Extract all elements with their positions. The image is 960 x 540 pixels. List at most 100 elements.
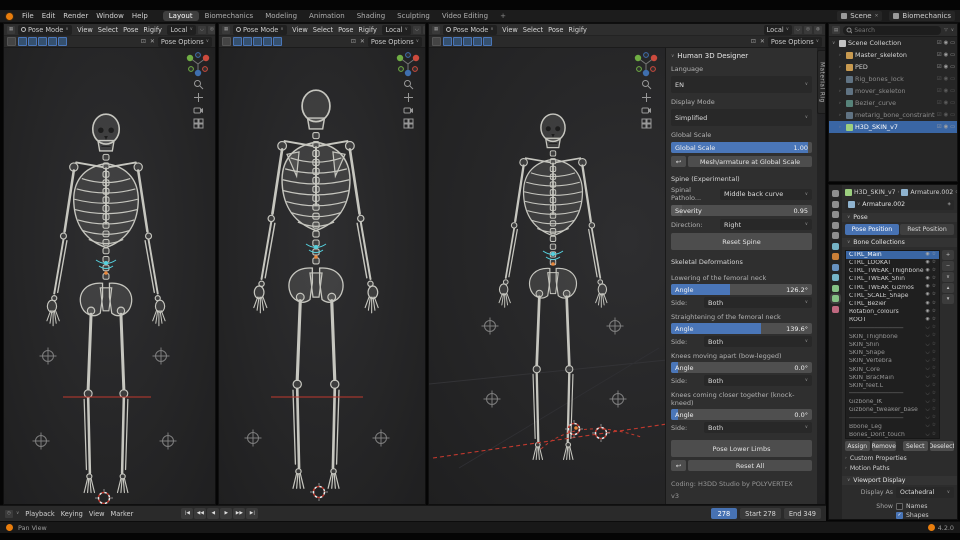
proportional-edit-icon[interactable]: ◎ [207, 25, 215, 34]
outliner-item[interactable]: › metarig_bone_constraints ☑ ◉ ▭ [829, 109, 957, 121]
list-tool-button[interactable]: ▾ [942, 293, 954, 304]
viewport-menu-item[interactable]: View [290, 26, 311, 34]
language-dropdown[interactable]: EN ∨ [671, 76, 812, 93]
workspace-tab[interactable]: Biomechanics [199, 11, 260, 21]
orientation-dropdown[interactable]: Local ∨ [167, 24, 196, 35]
transport-button[interactable]: |◀ [181, 508, 194, 519]
list-tool-button[interactable]: ▴ [942, 282, 954, 293]
frame-end-field[interactable]: End 349 [783, 508, 821, 519]
apply-scale-button[interactable]: Mesh/armature at Global Scale [688, 156, 812, 167]
view-layer-icon[interactable] [832, 221, 839, 229]
undo-scale-button[interactable]: ↩ [671, 156, 686, 167]
menu-item[interactable]: Render [59, 12, 92, 20]
list-tool-button[interactable]: ∨ [942, 271, 954, 282]
filter-icon[interactable]: ▽ [944, 28, 947, 33]
zoom-icon[interactable] [193, 79, 204, 90]
disclosure-icon[interactable]: › [839, 65, 844, 70]
bone-collection-row[interactable]: SKIN_Shin ◡ ☆ [846, 341, 939, 349]
direction-dropdown[interactable]: Right ∨ [720, 219, 812, 230]
orientation-dropdown[interactable]: Local ∨ [382, 24, 411, 35]
angle-slider[interactable]: Angle 139.6° [671, 323, 812, 334]
bone-collection-row[interactable]: SKIN_Shape ◡ ☆ [846, 349, 939, 357]
bone-collection-row[interactable]: Bbone_Leg ◡ ☆ [846, 423, 939, 431]
outliner-item[interactable]: › mover_skeleton ☑ ◉ ▭ [829, 85, 957, 97]
zoom-icon[interactable] [403, 79, 414, 90]
proportional-edit-icon[interactable]: ◎ [422, 25, 425, 34]
constraints-icon[interactable] [832, 284, 839, 292]
bone-collection-row[interactable]: Gizbone_tweaker_base ◡ ☆ [846, 406, 939, 414]
timeline-menu-item[interactable]: View [86, 510, 108, 518]
frame-start-field[interactable]: Start 278 [740, 508, 781, 519]
pathology-dropdown[interactable]: Middle back curve ∨ [720, 188, 812, 200]
rest-position-button[interactable]: Rest Position [900, 224, 954, 236]
close-icon[interactable]: ✕ [359, 38, 366, 45]
bone-collection-row[interactable]: SKIN_BracMain ◡ ☆ [846, 374, 939, 382]
bone-collection-row[interactable]: ─────────────── ◡ ☆ [846, 325, 939, 333]
physics-icon[interactable] [832, 274, 839, 281]
outliner-item[interactable]: ∨ Scene Collection ☑ ◉ ▭ [829, 37, 957, 49]
sidebar-tab-material-rig[interactable]: Material Rig [817, 50, 825, 114]
overlays-icon[interactable]: ◍ [814, 25, 822, 34]
lock-icon[interactable]: ⊡ [350, 38, 357, 45]
workspace-tab[interactable]: Animation [303, 11, 351, 21]
bone-collection-row[interactable]: SKIN_Core ◡ ☆ [846, 365, 939, 373]
bone-collection-row[interactable]: CTRL_Main ◉ ☆ [846, 250, 939, 259]
viewport-menu-item[interactable]: View [75, 26, 96, 34]
workspace-tab[interactable]: + [494, 11, 512, 21]
bone-collection-row[interactable]: Bones_Dont_touch ◡ ☆ [846, 431, 939, 438]
bone-collection-row[interactable]: CTRL_Bezier ◉ ☆ [846, 300, 939, 308]
viewport-menu-item[interactable]: Rigify [141, 26, 165, 34]
transport-button[interactable]: ◀◀ [194, 508, 207, 519]
disclosure-icon[interactable]: › [839, 89, 844, 94]
world-icon[interactable] [832, 242, 839, 250]
bone-collection-row[interactable]: Rotation_colours ◉ ☆ [846, 308, 939, 316]
active-tool-icon[interactable] [7, 37, 16, 46]
pose-options-dropdown[interactable]: Pose Options ∨ [767, 36, 822, 47]
editor-type-icon[interactable]: ▦ [432, 25, 440, 34]
outliner-search[interactable] [843, 25, 942, 35]
grid-toggle-icon[interactable] [193, 118, 204, 129]
reset-all-button[interactable]: Reset All [688, 460, 812, 471]
motion-paths-header[interactable]: › Motion Paths [845, 465, 954, 473]
assign-button[interactable]: Assign [845, 441, 870, 452]
list-tool-button[interactable]: + [942, 249, 954, 260]
disclosure-icon[interactable]: › [839, 125, 844, 130]
pose-options-dropdown[interactable]: Pose Options ∨ [367, 36, 422, 47]
disclosure-icon[interactable]: › [839, 101, 844, 106]
viewport-nav-gizmos[interactable] [395, 51, 421, 129]
scene-icon[interactable] [832, 232, 839, 239]
viewport-back[interactable]: ▦ Pose Mode ∨ View Select Pose Rigify Local… [218, 23, 426, 505]
viewport-nav-gizmos[interactable] [633, 51, 659, 129]
output-icon[interactable] [832, 211, 839, 218]
axis-orientation-gizmo[interactable] [395, 51, 421, 77]
timeline-menu-item[interactable]: Keying [58, 510, 86, 518]
mode-dropdown[interactable]: Pose Mode ∨ [233, 24, 287, 35]
current-frame-field[interactable]: 278 [710, 508, 738, 519]
editor-type-icon[interactable]: ▦ [222, 25, 230, 34]
angle-slider[interactable]: Angle 126.2° [671, 284, 812, 295]
pose-options-dropdown[interactable]: Pose Options ∨ [157, 36, 212, 47]
move-view-icon[interactable] [193, 92, 204, 103]
select-button[interactable]: Select [903, 441, 928, 452]
shading-toggle-icons[interactable] [18, 37, 67, 46]
transport-button[interactable]: ▶▶ [233, 508, 246, 519]
viewport-display-header[interactable]: ∨ Viewport Display [842, 475, 957, 485]
outliner-item[interactable]: › PED ☑ ◉ ▭ [829, 61, 957, 73]
pose-lower-limbs-button[interactable]: Pose Lower Limbs [671, 440, 812, 457]
bone-collections-header[interactable]: ∨ Bone Collections [842, 237, 957, 248]
bone-collection-row[interactable]: CTRL_TWEAK_Gizmos ◉ ☆ [846, 284, 939, 292]
show-checkbox[interactable] [896, 511, 903, 519]
zoom-icon[interactable] [641, 79, 652, 90]
viewport-3d-region[interactable] [4, 48, 215, 504]
panel-header[interactable]: ∨ Human 3D Designer [671, 52, 812, 60]
unlink-icon[interactable]: ✕ [875, 14, 879, 19]
transport-button[interactable]: ▶| [246, 508, 259, 519]
bone-collection-row[interactable]: ─────────────── ◡ ☆ [846, 415, 939, 423]
menu-item[interactable]: Help [128, 12, 152, 20]
viewport-nav-gizmos[interactable] [185, 51, 211, 129]
mode-dropdown[interactable]: Pose Mode ∨ [18, 24, 72, 35]
render-icon[interactable] [832, 200, 839, 208]
axis-orientation-gizmo[interactable] [633, 51, 659, 77]
reset-spine-button[interactable]: Reset Spine [671, 233, 812, 250]
blender-logo-icon[interactable] [5, 11, 14, 21]
